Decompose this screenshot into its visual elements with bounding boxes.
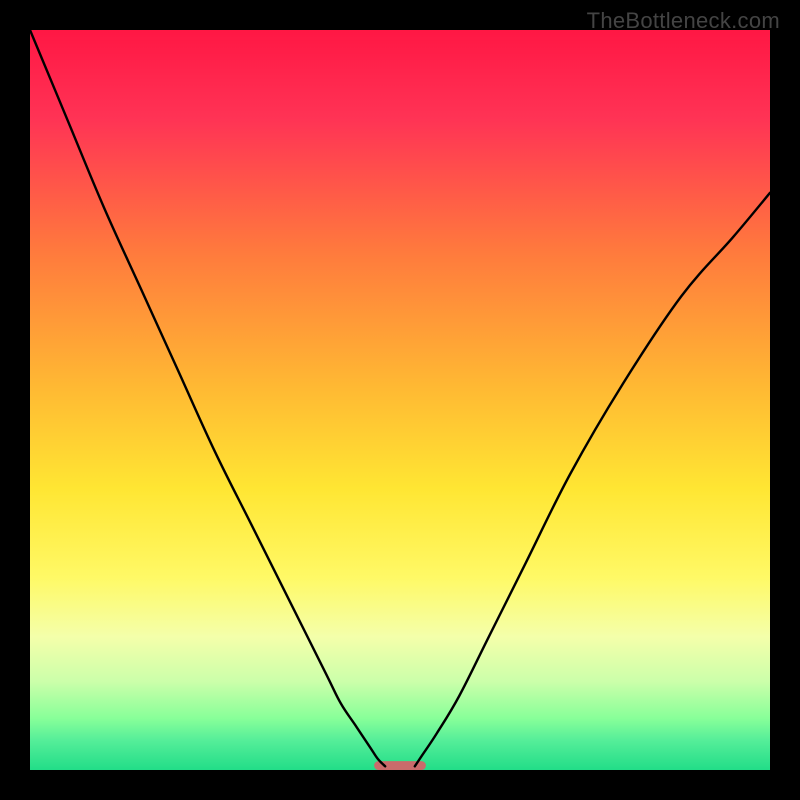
- watermark-text: TheBottleneck.com: [587, 8, 780, 34]
- plot-background: [30, 30, 770, 770]
- bottleneck-chart: [0, 0, 800, 800]
- chart-svg: [0, 0, 800, 800]
